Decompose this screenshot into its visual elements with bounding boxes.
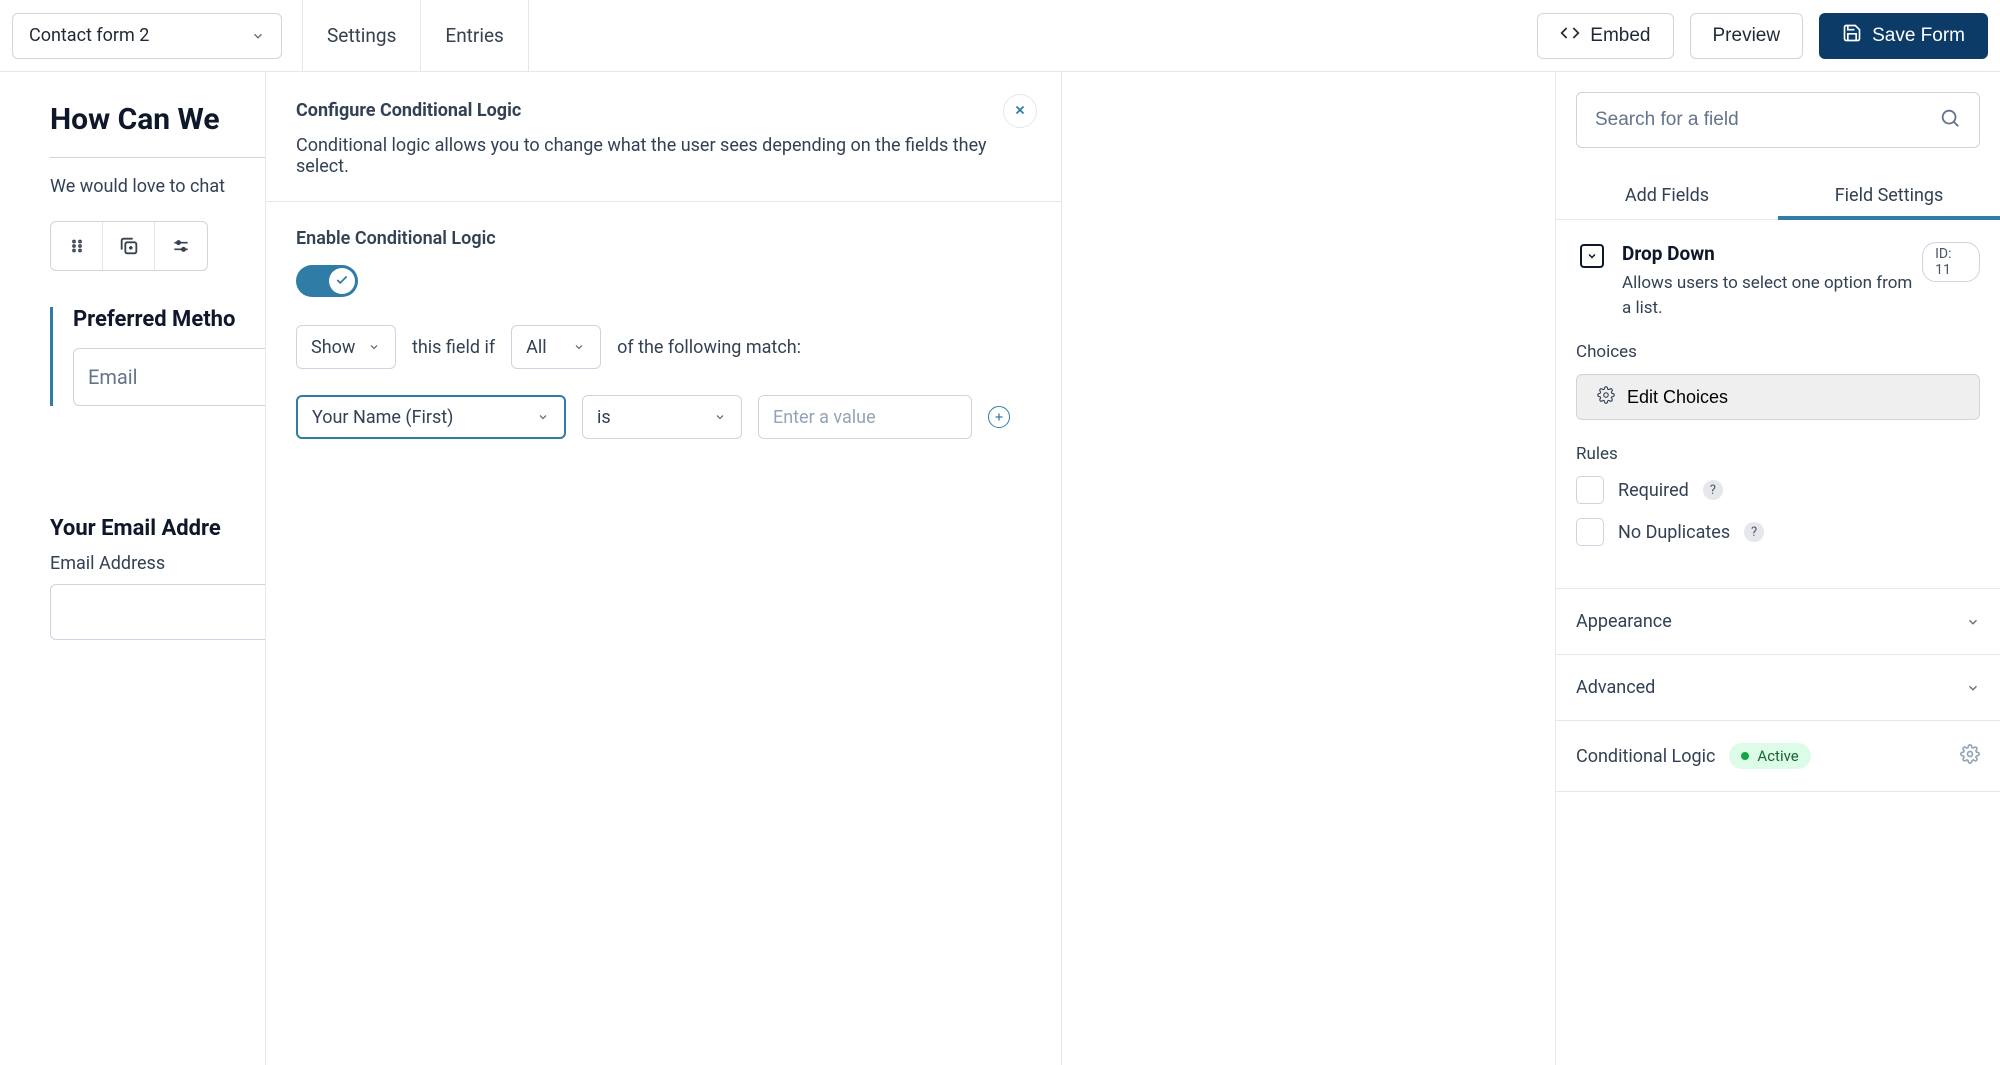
field-toolbar <box>50 221 208 271</box>
accordion-appearance[interactable]: Appearance <box>1556 588 2000 654</box>
enable-toggle[interactable] <box>296 265 358 297</box>
panel-title: Configure Conditional Logic <box>296 100 1031 121</box>
match-select[interactable]: All <box>511 325 601 369</box>
rules-label: Rules <box>1576 444 1980 464</box>
chevron-down-icon <box>572 340 586 354</box>
accordion-advanced-label: Advanced <box>1576 677 1655 698</box>
save-button[interactable]: Save Form <box>1819 13 1988 59</box>
choices-label: Choices <box>1576 342 1980 362</box>
conditional-logic-panel: Configure Conditional Logic Conditional … <box>265 72 1062 1065</box>
active-badge: Active <box>1729 743 1810 769</box>
form-select-dropdown[interactable]: Contact form 2 <box>12 13 282 59</box>
accordion-appearance-label: Appearance <box>1576 611 1672 632</box>
action-select[interactable]: Show <box>296 325 396 369</box>
embed-button[interactable]: Embed <box>1537 13 1673 59</box>
panel-header: Configure Conditional Logic Conditional … <box>266 72 1061 202</box>
match-select-label: All <box>526 337 547 358</box>
top-actions: Embed Preview Save Form <box>1537 13 1988 59</box>
plus-icon <box>993 408 1005 427</box>
enable-label: Enable Conditional Logic <box>296 228 1031 249</box>
tab-add-fields[interactable]: Add Fields <box>1556 172 1778 219</box>
rule-operator-label: is <box>597 407 611 428</box>
duplicate-icon[interactable] <box>103 222 155 270</box>
accordion-advanced[interactable]: Advanced <box>1556 654 2000 720</box>
help-icon[interactable]: ? <box>1703 480 1723 500</box>
add-rule-button[interactable] <box>988 406 1010 428</box>
check-icon <box>335 272 349 291</box>
status-dot-icon <box>1741 752 1749 760</box>
close-button[interactable] <box>1003 94 1037 128</box>
toggle-knob <box>329 268 355 294</box>
rule-field-select[interactable]: Your Name (First) <box>296 395 566 439</box>
search-icon <box>1939 107 1961 133</box>
settings-sliders-icon[interactable] <box>155 222 207 270</box>
field-summary: Drop Down Allows users to select one opt… <box>1576 242 1922 342</box>
rule-operator-select[interactable]: is <box>582 395 742 439</box>
edit-choices-button[interactable]: Edit Choices <box>1576 374 1980 420</box>
embed-label: Embed <box>1590 25 1650 47</box>
rule-value-input[interactable]: Enter a value <box>758 395 972 439</box>
accordion-conditional-label: Conditional Logic <box>1576 746 1715 767</box>
sidebar: Add Fields Field Settings Drop Down Allo… <box>1555 72 2000 1065</box>
save-icon <box>1842 23 1862 49</box>
no-duplicates-checkbox[interactable] <box>1576 518 1604 546</box>
chevron-down-icon <box>251 29 265 43</box>
top-nav: Settings Entries <box>302 0 529 71</box>
help-icon[interactable]: ? <box>1744 522 1764 542</box>
preview-label: Preview <box>1713 25 1781 47</box>
no-duplicates-row: No Duplicates ? <box>1576 518 1980 546</box>
rule-line: Your Name (First) is Enter a value <box>296 395 1031 439</box>
field-search[interactable] <box>1576 92 1980 148</box>
field-type-name: Drop Down <box>1622 242 1715 265</box>
rule-field-label: Your Name (First) <box>312 407 453 428</box>
required-checkbox[interactable] <box>1576 476 1604 504</box>
preview-button[interactable]: Preview <box>1690 13 1804 59</box>
drag-handle-icon[interactable] <box>51 222 103 270</box>
rule-sentence: Show this field if All of the following … <box>296 325 1031 369</box>
accordion-conditional-logic[interactable]: Conditional Logic Active <box>1556 720 2000 792</box>
panel-description: Conditional logic allows you to change w… <box>296 135 1031 177</box>
field-id-badge: ID: 11 <box>1922 242 1980 282</box>
chevron-down-icon <box>1966 615 1980 629</box>
panel-body: Enable Conditional Logic Show this field… <box>266 202 1061 465</box>
edit-choices-label: Edit Choices <box>1627 387 1728 408</box>
chevron-down-icon <box>367 340 381 354</box>
rule-value-placeholder: Enter a value <box>773 407 876 428</box>
required-row: Required ? <box>1576 476 1980 504</box>
rule-text-1: this field if <box>412 337 495 358</box>
chevron-down-icon <box>713 410 727 424</box>
gear-icon[interactable] <box>1960 744 1980 768</box>
save-label: Save Form <box>1872 25 1965 47</box>
required-label: Required <box>1618 480 1689 501</box>
nav-entries[interactable]: Entries <box>421 0 527 71</box>
tab-field-settings[interactable]: Field Settings <box>1778 172 2000 219</box>
active-badge-label: Active <box>1757 747 1798 765</box>
sidebar-tabs: Add Fields Field Settings <box>1556 172 2000 220</box>
app-body: How Can We We would love to chat Preferr… <box>0 72 2000 1065</box>
code-icon <box>1560 23 1580 49</box>
sidebar-accordion: Appearance Advanced Conditional Logic Ac… <box>1556 588 2000 792</box>
action-select-label: Show <box>311 337 355 358</box>
rule-text-2: of the following match: <box>617 337 801 358</box>
gear-icon <box>1597 386 1615 409</box>
no-duplicates-label: No Duplicates <box>1618 522 1730 543</box>
close-icon <box>1013 102 1027 121</box>
field-preview-text: Email <box>88 365 138 389</box>
chevron-down-icon <box>1966 681 1980 695</box>
nav-separator <box>528 0 529 71</box>
dropdown-icon <box>1580 244 1604 268</box>
field-type-desc: Allows users to select one option from a… <box>1622 271 1918 320</box>
top-bar: Contact form 2 Settings Entries Embed Pr… <box>0 0 2000 72</box>
chevron-down-icon <box>536 410 550 424</box>
nav-settings[interactable]: Settings <box>303 0 420 71</box>
search-input[interactable] <box>1595 109 1939 131</box>
form-select-label: Contact form 2 <box>29 25 149 46</box>
